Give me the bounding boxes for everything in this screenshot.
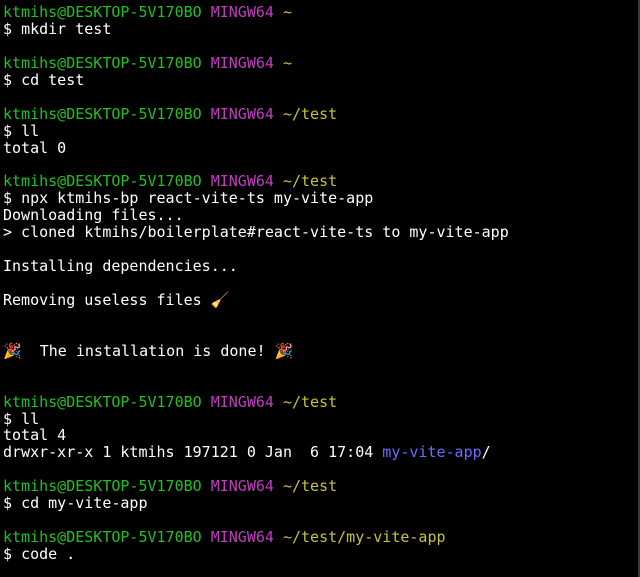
prompt-user-host: ktmihs@DESKTOP-5V170BO [3, 3, 202, 21]
prompt-line: ktmihs@DESKTOP-5V170BO MINGW64 ~/test [3, 104, 640, 123]
listing-attributes: drwxr-xr-x 1 ktmihs 197121 0 Jan 6 17:04 [3, 443, 383, 462]
terminal-window[interactable]: ktmihs@DESKTOP-5V170BO MINGW64 ~ $ mkdir … [0, 0, 640, 577]
prompt-user-host: ktmihs@DESKTOP-5V170BO [3, 477, 202, 496]
command-line: $ ll [3, 409, 640, 428]
prompt-symbol: $ [3, 189, 13, 208]
command-text: ll [21, 121, 40, 140]
prompt-symbol: $ [3, 409, 13, 428]
prompt-path: ~/test/my-vite-app [282, 528, 446, 547]
output-text: > cloned ktmihs/boilerplate#react-vite-t… [3, 223, 509, 242]
prompt-symbol: $ [3, 70, 13, 89]
output-text: Installing dependencies... [3, 257, 238, 276]
prompt-env: MINGW64 [210, 477, 274, 496]
directory-suffix: / [481, 443, 491, 462]
prompt-line: ktmihs@DESKTOP-5V170BO MINGW64 ~/test [3, 478, 640, 495]
command-line: $ ll [3, 121, 640, 140]
prompt-user-host: ktmihs@DESKTOP-5V170BO [3, 53, 202, 72]
output-text: 🎉 The installation is done! 🎉 [3, 341, 294, 360]
command-line: $ code . [3, 546, 640, 563]
command-text: mkdir test [21, 19, 112, 38]
command-text: cd my-vite-app [21, 494, 148, 513]
prompt-user-host: ktmihs@DESKTOP-5V170BO [3, 104, 202, 123]
output-text: total 0 [3, 138, 67, 157]
prompt-path: ~/test [282, 392, 338, 411]
output-line: total 0 [3, 138, 640, 157]
output-line: Removing useless files 🧹 [3, 290, 640, 309]
prompt-env: MINGW64 [210, 3, 274, 21]
directory-name: my-vite-app [382, 443, 482, 462]
prompt-line: ktmihs@DESKTOP-5V170BO MINGW64 ~/test [3, 392, 640, 411]
prompt-line: ktmihs@DESKTOP-5V170BO MINGW64 ~/test [3, 173, 640, 190]
prompt-symbol: $ [3, 121, 13, 140]
prompt-user-host: ktmihs@DESKTOP-5V170BO [3, 392, 202, 411]
command-line: $ cd my-vite-app [3, 495, 640, 512]
prompt-path: ~/test [282, 477, 338, 496]
prompt-path: ~/test [282, 104, 338, 123]
output-line: Installing dependencies... [3, 258, 640, 275]
prompt-env: MINGW64 [210, 104, 274, 123]
prompt-env: MINGW64 [210, 528, 274, 547]
prompt-env: MINGW64 [210, 172, 274, 191]
listing-line: drwxr-xr-x 1 ktmihs 197121 0 Jan 6 17:04… [3, 444, 640, 461]
prompt-path: ~ [282, 53, 292, 72]
prompt-user-host: ktmihs@DESKTOP-5V170BO [3, 528, 202, 547]
command-text: cd test [21, 70, 85, 89]
prompt-symbol: $ [3, 545, 13, 563]
prompt-symbol: $ [3, 494, 13, 513]
command-text: code . [21, 545, 76, 563]
output-line: 🎉 The installation is done! 🎉 [3, 341, 640, 360]
output-text: Downloading files... [3, 206, 184, 225]
prompt-user-host: ktmihs@DESKTOP-5V170BO [3, 172, 202, 191]
output-line: Downloading files... [3, 207, 640, 224]
prompt-line: ktmihs@DESKTOP-5V170BO MINGW64 ~/test/my… [3, 529, 640, 546]
command-line: $ mkdir test [3, 19, 640, 38]
prompt-env: MINGW64 [210, 53, 274, 72]
command-line: $ cd test [3, 70, 640, 89]
prompt-env: MINGW64 [210, 392, 274, 411]
output-line: total 4 [3, 427, 640, 444]
prompt-line: ktmihs@DESKTOP-5V170BO MINGW64 ~ [3, 53, 640, 72]
output-text: total 4 [3, 426, 67, 445]
output-line: > cloned ktmihs/boilerplate#react-vite-t… [3, 224, 640, 241]
prompt-path: ~ [282, 3, 292, 21]
command-text: ll [21, 409, 40, 428]
command-text: npx ktmihs-bp react-vite-ts my-vite-app [21, 189, 374, 208]
prompt-line: ktmihs@DESKTOP-5V170BO MINGW64 ~ [3, 4, 640, 21]
prompt-symbol: $ [3, 19, 13, 38]
prompt-path: ~/test [282, 172, 338, 191]
output-text: Removing useless files 🧹 [3, 290, 230, 309]
command-line: $ npx ktmihs-bp react-vite-ts my-vite-ap… [3, 190, 640, 207]
